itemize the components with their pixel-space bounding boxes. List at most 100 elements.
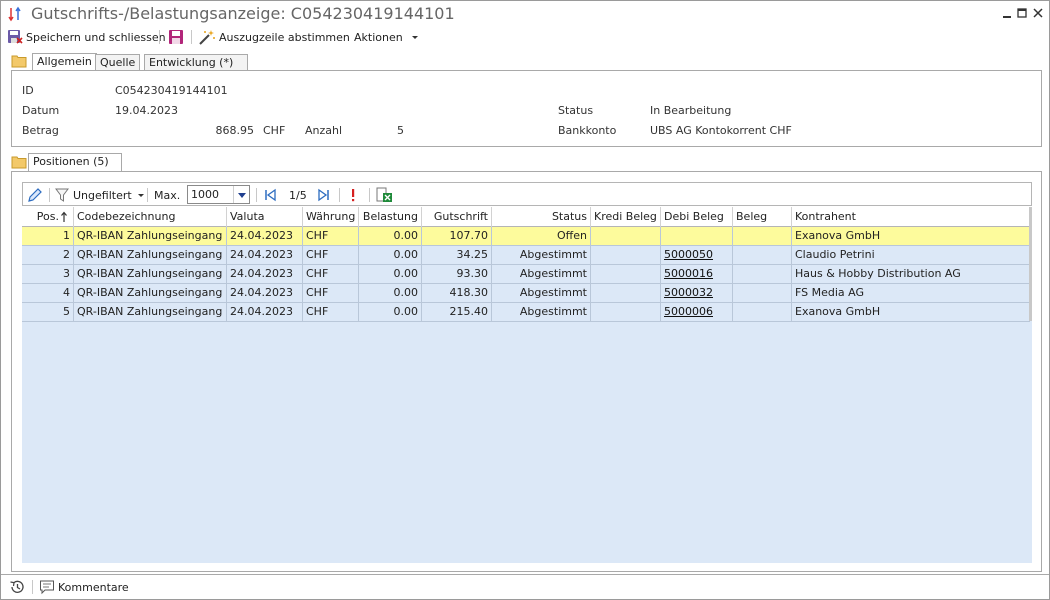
minimize-icon[interactable]	[1000, 6, 1014, 20]
cell-debit: 0.00	[359, 265, 422, 284]
column-header-currency[interactable]: Währung	[303, 207, 359, 227]
cell-pos: 4	[22, 284, 74, 303]
sort-arrows-icon	[8, 6, 21, 22]
cell-counterparty: Exanova GmbH	[795, 305, 881, 318]
maximize-icon[interactable]	[1015, 6, 1029, 20]
cell-debit: 0.00	[359, 284, 422, 303]
cell-kredi-beleg	[591, 227, 661, 246]
grid-toolbar: Ungefiltert Max. 1000 1/5	[22, 182, 1032, 206]
cell-debi-beleg[interactable]: 5000016	[661, 265, 733, 284]
max-rows-select[interactable]: 1000	[187, 185, 250, 204]
bank-account-value: UBS AG Kontokorrent CHF	[650, 124, 792, 137]
excel-export-button[interactable]	[376, 186, 394, 204]
next-page-icon	[318, 188, 329, 202]
amount-label: Betrag	[22, 124, 59, 137]
cell-debit: 0.00	[359, 303, 422, 322]
cell-code: QR-IBAN Zahlungseingang	[74, 265, 227, 284]
status-value: In Bearbeitung	[650, 104, 732, 117]
cell-status: Abgestimmt	[492, 246, 591, 265]
cell-debi-beleg[interactable]: 5000006	[661, 303, 733, 322]
chevron-down-icon	[411, 36, 418, 39]
column-header-debit[interactable]: Belastung	[359, 207, 422, 227]
filter-dropdown[interactable]: Ungefiltert	[54, 186, 146, 204]
save-icon	[169, 30, 183, 44]
toolbar-separator	[159, 30, 160, 44]
column-header-kredi-beleg[interactable]: Kredi Beleg	[591, 207, 661, 227]
cell-valuta: 24.04.2023	[227, 303, 303, 322]
column-header-valuta[interactable]: Valuta	[227, 207, 303, 227]
cell-valuta: 24.04.2023	[227, 265, 303, 284]
cell-status: Offen	[492, 227, 591, 246]
date-label: Datum	[22, 104, 60, 117]
filter-icon	[55, 188, 69, 202]
close-icon[interactable]	[1031, 6, 1045, 20]
history-button[interactable]	[9, 578, 28, 596]
chevron-down-icon	[137, 194, 144, 197]
cell-kredi-beleg	[591, 265, 661, 284]
first-page-icon	[265, 188, 276, 202]
table-row[interactable]: 5 QR-IBAN Zahlungseingang 24.04.2023 CHF…	[22, 303, 1030, 322]
cell-debi-beleg[interactable]: 5000050	[661, 246, 733, 265]
column-header-status[interactable]: Status	[492, 207, 591, 227]
cell-beleg	[733, 265, 792, 284]
toolbar-separator	[256, 188, 257, 202]
cell-debi-beleg[interactable]: 5000032	[661, 284, 733, 303]
cell-beleg	[733, 284, 792, 303]
cell-kredi-beleg	[591, 284, 661, 303]
next-page-button[interactable]	[316, 186, 332, 204]
column-header-credit[interactable]: Gutschrift	[422, 207, 492, 227]
sort-ascending-icon	[61, 211, 67, 222]
table-row[interactable]: 2 QR-IBAN Zahlungseingang 24.04.2023 CHF…	[22, 246, 1030, 265]
bank-account-label: Bankkonto	[558, 124, 617, 137]
cell-currency: CHF	[303, 284, 359, 303]
detail-tabs: Allgemein Quelle Entwicklung (*)	[1, 53, 1049, 71]
cell-beleg	[733, 227, 792, 246]
magic-wand-icon	[199, 30, 215, 45]
cell-currency: CHF	[303, 246, 359, 265]
column-header-debi-beleg[interactable]: Debi Beleg	[661, 207, 733, 227]
cell-counterparty: FS Media AG	[795, 286, 865, 299]
cell-pos: 5	[22, 303, 74, 322]
cell-status: Abgestimmt	[492, 265, 591, 284]
exclamation-button[interactable]	[348, 186, 358, 204]
tab-entwicklung[interactable]: Entwicklung (*)	[144, 54, 249, 71]
column-header-beleg[interactable]: Beleg	[733, 207, 792, 227]
match-statement-line-button[interactable]: Auszugzeile abstimmen	[198, 28, 350, 46]
cell-debi-beleg[interactable]	[661, 227, 733, 246]
id-value: C054230419144101	[115, 84, 228, 97]
cell-beleg	[733, 246, 792, 265]
window-title: Gutschrifts-/Belastungsanzeige: C0542304…	[31, 4, 455, 23]
save-close-button[interactable]: Speichern und schliessen	[7, 28, 166, 46]
positions-grid: Pos. Codebezeichnung Valuta Währung Bela…	[22, 207, 1032, 563]
cell-kredi-beleg	[591, 303, 661, 322]
tab-quelle[interactable]: Quelle	[95, 54, 141, 71]
column-header-code[interactable]: Codebezeichnung	[74, 207, 227, 227]
cell-credit: 215.40	[422, 303, 492, 322]
cell-debit: 0.00	[359, 227, 422, 246]
folder-icon	[11, 55, 27, 68]
filter-label: Ungefiltert	[73, 188, 132, 202]
table-row[interactable]: 3 QR-IBAN Zahlungseingang 24.04.2023 CHF…	[22, 265, 1030, 284]
cell-credit: 418.30	[422, 284, 492, 303]
comments-label: Kommentare	[58, 580, 129, 594]
vertical-scrollbar[interactable]	[1029, 207, 1032, 321]
cell-pos: 1	[22, 227, 74, 246]
amount-value: 868.95	[215, 124, 255, 137]
count-label: Anzahl	[305, 124, 343, 137]
cell-code: QR-IBAN Zahlungseingang	[74, 284, 227, 303]
table-row[interactable]: 4 QR-IBAN Zahlungseingang 24.04.2023 CHF…	[22, 284, 1030, 303]
comments-button[interactable]: Kommentare	[39, 578, 129, 596]
cell-beleg	[733, 303, 792, 322]
table-row[interactable]: 1 QR-IBAN Zahlungseingang 24.04.2023 CHF…	[22, 227, 1030, 246]
first-page-button[interactable]	[262, 186, 278, 204]
actions-label: Aktionen	[354, 30, 403, 44]
tab-allgemein[interactable]: Allgemein	[32, 53, 97, 71]
comment-icon	[40, 580, 54, 595]
cell-pos: 2	[22, 246, 74, 265]
edit-button[interactable]	[27, 186, 43, 204]
column-header-counterparty[interactable]: Kontrahent	[792, 207, 1030, 227]
tab-positionen[interactable]: Positionen (5)	[28, 153, 122, 171]
chevron-down-icon[interactable]	[233, 186, 249, 203]
actions-menu[interactable]: Aktionen	[354, 28, 424, 46]
save-button[interactable]	[168, 28, 187, 46]
